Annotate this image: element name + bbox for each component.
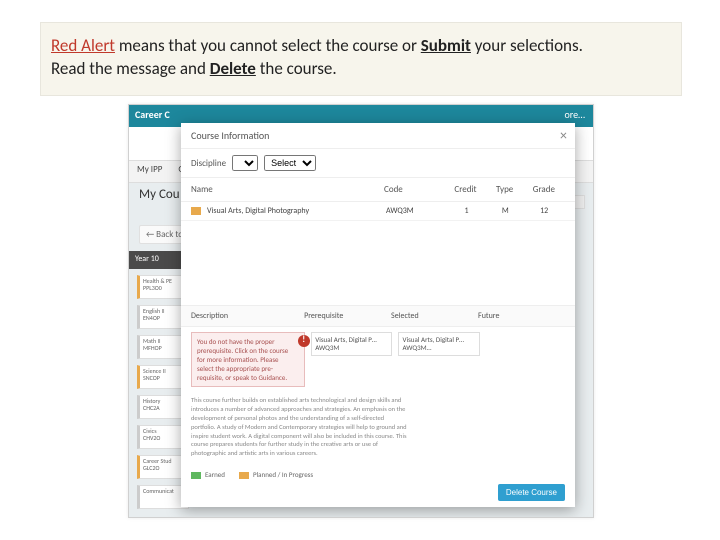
legend-planned: Planned / In Progress bbox=[239, 470, 313, 479]
bg-tab-ipp: My IPP bbox=[137, 164, 162, 175]
callout-line1-mid: means that you cannot select the course … bbox=[115, 35, 421, 56]
legend-earned: Earned bbox=[191, 470, 225, 479]
col-name: Name bbox=[191, 184, 384, 195]
dcol-desc: Description bbox=[191, 311, 304, 321]
modal-title: Course Information bbox=[191, 129, 269, 142]
row-type: M bbox=[487, 206, 523, 216]
col-grade: Grade bbox=[523, 184, 565, 195]
prereq-card[interactable]: Visual Arts, Digital P… AWQ3M bbox=[311, 332, 392, 356]
dcol-selected: Selected bbox=[391, 311, 478, 321]
table-spacer bbox=[181, 221, 575, 305]
col-type: Type bbox=[487, 184, 523, 195]
submit-word: Submit bbox=[421, 35, 471, 56]
app-screenshot: Career C ore… My IPP Guid… My Cou 6% ← B… bbox=[128, 104, 594, 518]
callout-line2-pre: Read the message and bbox=[51, 58, 210, 79]
red-alert-label: Red Alert bbox=[51, 35, 115, 56]
row-grade: 12 bbox=[523, 206, 565, 216]
filter-row: Discipline Select bbox=[181, 149, 575, 178]
course-description: This course further builds on establishe… bbox=[181, 392, 417, 463]
course-status-icon bbox=[191, 207, 201, 215]
bg-brand: Career C bbox=[135, 108, 170, 121]
delete-word: Delete bbox=[210, 58, 256, 79]
row-code: AWQ3M bbox=[386, 206, 446, 216]
bg-sidebar: Health & PEPPL3O0 English IIEN4OP Math I… bbox=[137, 275, 177, 515]
bg-more-menu: ore… bbox=[564, 108, 585, 121]
detail-header: Description Prerequisite Selected Future bbox=[181, 305, 575, 327]
discipline-select[interactable] bbox=[232, 155, 258, 171]
bg-page-heading: My Cou bbox=[139, 187, 180, 202]
legend: Earned Planned / In Progress bbox=[181, 464, 575, 481]
callout-line2-end: the course. bbox=[256, 58, 337, 79]
table-header: Name Code Credit Type Grade bbox=[181, 178, 575, 202]
alert-exclamation-icon bbox=[298, 335, 310, 347]
selected-card[interactable]: Visual Arts, Digital P… AWQ3M… bbox=[398, 332, 479, 356]
delete-course-button[interactable]: Delete Course bbox=[498, 484, 565, 501]
row-name: Visual Arts, Digital Photography bbox=[207, 206, 386, 216]
red-alert-box: You do not have the proper prerequisite.… bbox=[191, 332, 305, 387]
callout-box: Red Alert means that you cannot select t… bbox=[40, 22, 682, 96]
dcol-prereq: Prerequisite bbox=[304, 311, 391, 321]
alert-text: You do not have the proper prerequisite.… bbox=[197, 337, 288, 382]
course-row[interactable]: Visual Arts, Digital Photography AWQ3M 1… bbox=[181, 202, 575, 221]
modal-header: Course Information × bbox=[181, 123, 575, 149]
secondary-select[interactable]: Select bbox=[264, 155, 316, 171]
dcol-future: Future bbox=[478, 311, 565, 321]
future-card-empty bbox=[486, 332, 565, 356]
bg-year-tab: Year 10 bbox=[129, 251, 185, 269]
legend-swatch-orange bbox=[239, 472, 249, 479]
course-info-modal: Course Information × Discipline Select N… bbox=[181, 123, 575, 507]
callout-line1-end: your selections. bbox=[471, 35, 583, 56]
close-icon[interactable]: × bbox=[560, 127, 567, 144]
row-credit: 1 bbox=[446, 206, 488, 216]
slide: Red Alert means that you cannot select t… bbox=[0, 0, 720, 540]
col-credit: Credit bbox=[444, 184, 486, 195]
detail-row: You do not have the proper prerequisite.… bbox=[181, 327, 575, 392]
col-code: Code bbox=[384, 184, 444, 195]
filter-label: Discipline bbox=[191, 158, 226, 169]
modal-footer: Delete Course bbox=[498, 481, 565, 501]
legend-swatch-green bbox=[191, 472, 201, 479]
